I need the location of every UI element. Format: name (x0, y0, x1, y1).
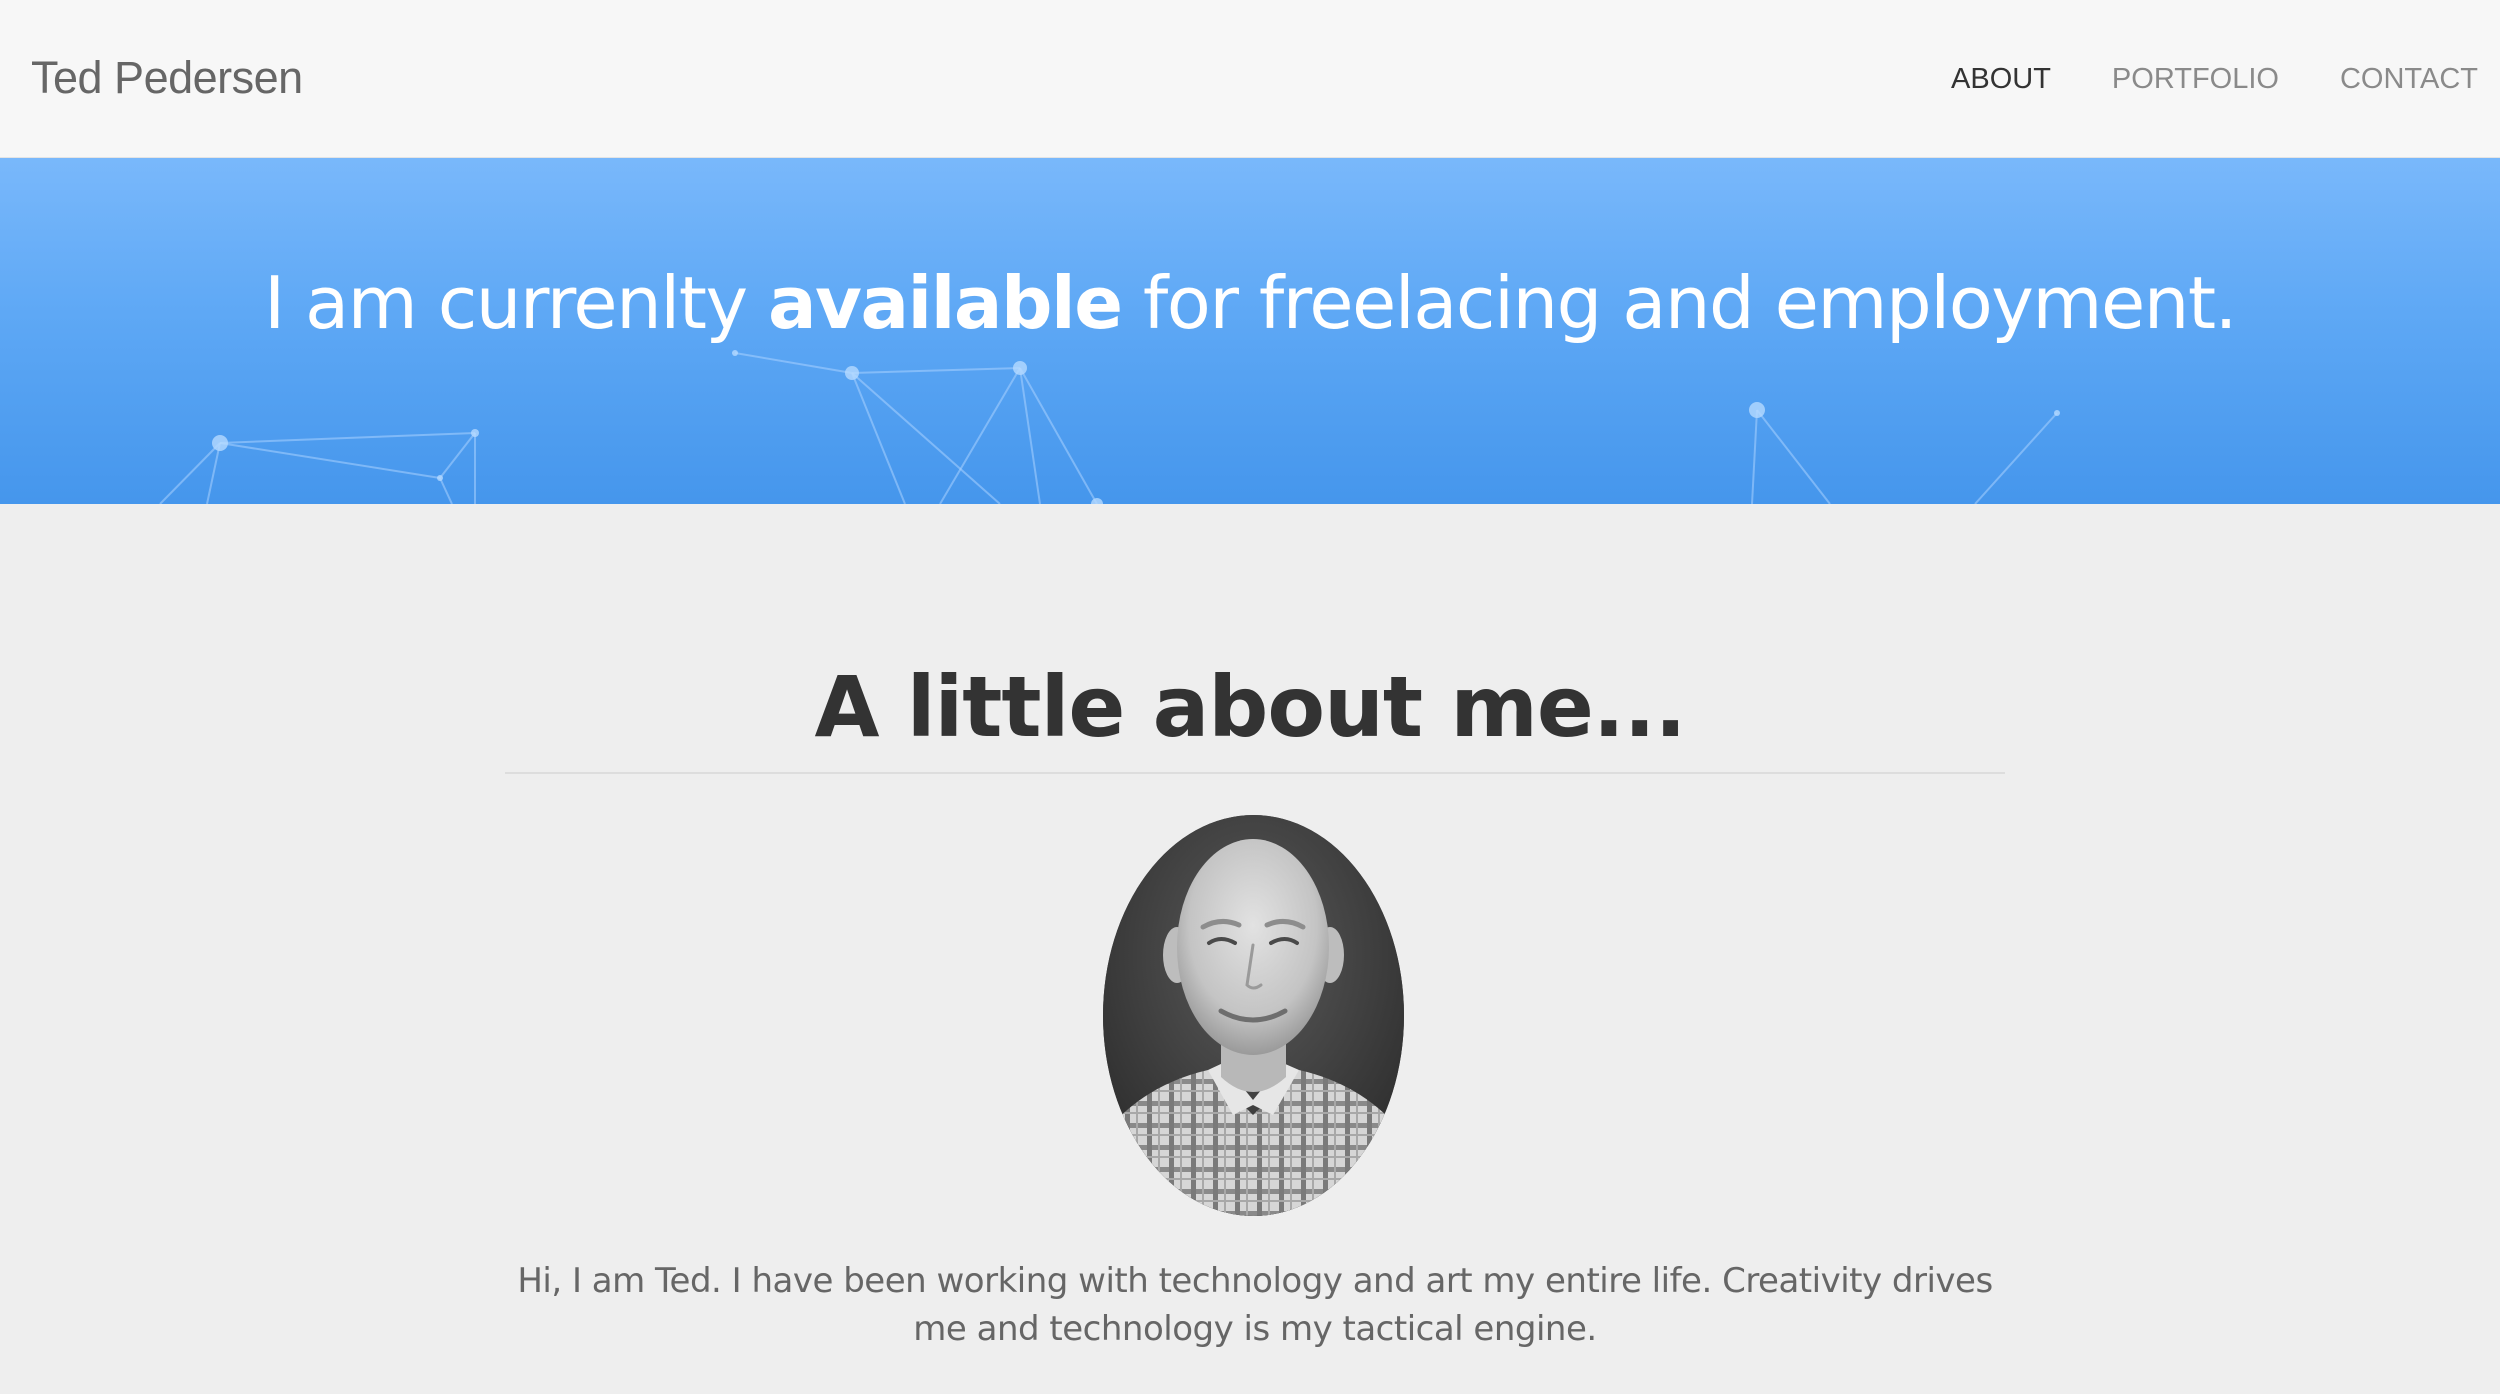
hero-text-after: for freelacing and employment. (1121, 261, 2238, 345)
nav-link-about[interactable]: ABOUT (1951, 62, 2051, 96)
nav-link-portfolio[interactable]: PORTFOLIO (2112, 62, 2279, 96)
portrait-photo-icon (1103, 815, 1404, 1216)
bio-paragraph: Hi, I am Ted. I have been working with t… (517, 1261, 1993, 1349)
top-navbar: Ted Pedersen ABOUT PORTFOLIO CONTACT (0, 0, 2500, 158)
heading-divider (505, 772, 2005, 774)
availability-message: I am currenlty available for freelacing … (0, 258, 2500, 348)
profile-photo (1103, 815, 1404, 1216)
nav-links: ABOUT PORTFOLIO CONTACT (1890, 0, 2500, 158)
nav-link-contact[interactable]: CONTACT (2340, 62, 2478, 96)
hero-text-highlight: available (767, 261, 1123, 345)
about-heading: A little about me... (814, 658, 1686, 756)
hero-text-before: I am currenlty (263, 261, 768, 345)
hero-banner: I am currenlty available for freelacing … (0, 158, 2500, 504)
brand-link[interactable]: Ted Pedersen (31, 52, 303, 104)
